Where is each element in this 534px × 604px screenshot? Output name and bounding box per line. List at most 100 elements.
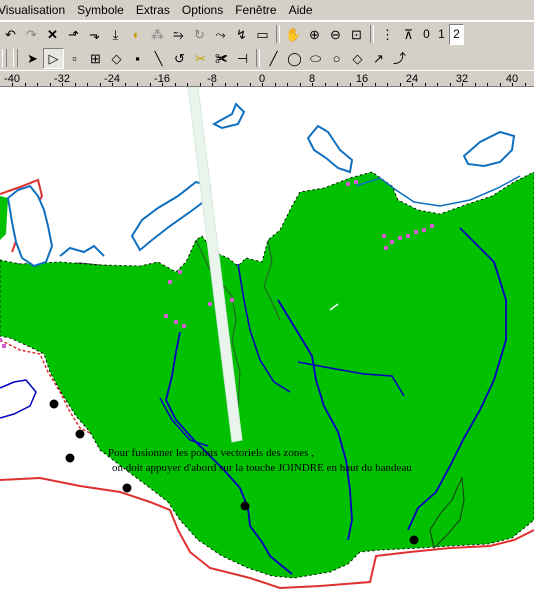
ruler-tick bbox=[162, 83, 163, 86]
freehand-icon[interactable]: ◯ bbox=[284, 48, 305, 69]
straight-line-icon[interactable]: ╱ bbox=[263, 48, 284, 69]
vector-point[interactable] bbox=[164, 314, 168, 318]
menu-visualisation[interactable]: Visualisation bbox=[0, 3, 71, 17]
measure-icon[interactable]: ↯ bbox=[231, 24, 252, 45]
vector-point[interactable] bbox=[384, 246, 388, 250]
vector-point[interactable] bbox=[0, 338, 2, 342]
menu-symbole[interactable]: Symbole bbox=[71, 3, 130, 17]
node-square-icon[interactable]: ▫ bbox=[64, 48, 85, 69]
vector-point[interactable] bbox=[430, 224, 434, 228]
ruler-tick bbox=[387, 83, 388, 86]
vertex-pointer-icon[interactable]: ▷ bbox=[43, 47, 64, 69]
hand-icon[interactable]: ✋ bbox=[283, 24, 304, 45]
vector-point[interactable] bbox=[174, 320, 178, 324]
point-marker[interactable] bbox=[240, 501, 250, 511]
group-icon[interactable]: ⁂ bbox=[147, 24, 168, 45]
ruler-tick bbox=[437, 83, 438, 86]
move-up-icon[interactable]: ⬏ bbox=[63, 24, 84, 45]
ruler-tick bbox=[349, 83, 351, 86]
curve-icon[interactable]: ↗ bbox=[368, 48, 389, 69]
ruler-tick bbox=[249, 83, 251, 86]
point-marker[interactable] bbox=[409, 535, 419, 545]
ruler-tick bbox=[112, 83, 113, 86]
point-marker[interactable] bbox=[65, 453, 75, 463]
point-marker[interactable] bbox=[49, 399, 59, 409]
delete-icon[interactable]: ✕ bbox=[42, 24, 63, 45]
arc-icon[interactable]: ↺ bbox=[169, 48, 190, 69]
node-diamond-icon[interactable]: ◇ bbox=[106, 48, 127, 69]
ellipse-icon[interactable]: ⬭ bbox=[305, 48, 326, 69]
vector-point[interactable] bbox=[182, 324, 186, 328]
rotate-icon[interactable]: ↻ bbox=[189, 24, 210, 45]
ruler-tick bbox=[274, 83, 276, 86]
ruler-tick bbox=[374, 83, 376, 86]
vector-point[interactable] bbox=[406, 234, 410, 238]
vector-point[interactable] bbox=[382, 234, 386, 238]
node-end-icon[interactable]: ▪ bbox=[127, 48, 148, 69]
vector-point[interactable] bbox=[346, 182, 350, 186]
ruler-tick bbox=[74, 83, 76, 86]
snap-icon[interactable]: ⊼ bbox=[398, 24, 419, 45]
vector-point[interactable] bbox=[414, 230, 418, 234]
select-color-icon[interactable]: ◐ bbox=[126, 24, 147, 45]
ruler-tick bbox=[62, 83, 63, 86]
zoom-fit-icon[interactable]: ⊡ bbox=[346, 24, 367, 45]
menu-options[interactable]: Options bbox=[176, 3, 229, 17]
ruler-tick bbox=[512, 83, 513, 86]
circle-icon[interactable]: ○ bbox=[326, 48, 347, 69]
drawing-toolbar: ➤ ▷ ▫ ⊞ ◇ ▪ ╲ ↺ ✂ ✀ ⊣ ╱ ◯ ⬭ ○ ◇ ↗ ⤴ bbox=[0, 46, 534, 70]
layer-1-button[interactable]: 1 bbox=[434, 24, 449, 45]
vector-point[interactable] bbox=[208, 302, 212, 306]
vector-point[interactable] bbox=[230, 298, 234, 302]
point-marker[interactable] bbox=[75, 429, 85, 439]
vector-point[interactable] bbox=[398, 236, 402, 240]
line-icon[interactable]: ╲ bbox=[148, 48, 169, 69]
menu-aide[interactable]: Aide bbox=[283, 3, 319, 17]
vector-point[interactable] bbox=[354, 180, 358, 184]
vector-point[interactable] bbox=[178, 270, 182, 274]
ruler-tick bbox=[187, 83, 188, 86]
pointer-icon[interactable]: ➤ bbox=[22, 48, 43, 69]
polyline-icon[interactable]: ⤴ bbox=[389, 48, 410, 69]
vector-point[interactable] bbox=[168, 280, 172, 284]
green-zone[interactable] bbox=[0, 171, 534, 579]
node-plus-icon[interactable]: ⊞ bbox=[85, 48, 106, 69]
scissors-icon[interactable]: ✀ bbox=[211, 48, 232, 69]
ruler-tick bbox=[312, 83, 313, 86]
toolbar-grip[interactable] bbox=[2, 49, 7, 67]
toolbar-grip[interactable] bbox=[13, 49, 18, 67]
cut-icon[interactable]: ✂ bbox=[190, 48, 211, 69]
split-icon[interactable]: ⊣ bbox=[232, 48, 253, 69]
ruler-tick bbox=[87, 83, 88, 86]
ruler-tick bbox=[99, 83, 101, 86]
zoom-in-icon[interactable]: ⊕ bbox=[304, 24, 325, 45]
grid-icon[interactable]: ⋮ bbox=[377, 24, 398, 45]
ruler-tick bbox=[212, 83, 213, 86]
ruler-tick bbox=[124, 83, 126, 86]
redo-icon[interactable]: ↷ bbox=[21, 24, 42, 45]
point-marker[interactable] bbox=[122, 483, 132, 493]
move-bottom-icon[interactable]: ⤓ bbox=[105, 24, 126, 45]
measure-box-icon[interactable]: ▭ bbox=[252, 24, 273, 45]
rectangle-icon[interactable]: ◇ bbox=[347, 48, 368, 69]
ruler-tick bbox=[324, 83, 326, 86]
ruler-tick bbox=[287, 83, 288, 86]
join-icon[interactable]: ⤳ bbox=[210, 24, 231, 45]
menu-bar: Visualisation Symbole Extras Options Fen… bbox=[0, 0, 534, 20]
menu-fenetre[interactable]: Fenêtre bbox=[229, 3, 282, 17]
zoom-out-icon[interactable]: ⊖ bbox=[325, 24, 346, 45]
undo-icon[interactable]: ↶ bbox=[0, 24, 21, 45]
vector-point[interactable] bbox=[422, 228, 426, 232]
move-down-icon[interactable]: ⬎ bbox=[84, 24, 105, 45]
ruler-tick bbox=[12, 83, 13, 86]
map-canvas[interactable] bbox=[0, 87, 534, 604]
vector-point[interactable] bbox=[390, 240, 394, 244]
ruler-tick bbox=[412, 83, 413, 86]
layer-2-button[interactable]: 2 bbox=[449, 23, 464, 45]
ruler-tick bbox=[337, 83, 338, 86]
menu-extras[interactable]: Extras bbox=[130, 3, 176, 17]
ungroup-icon[interactable]: ⥲ bbox=[168, 24, 189, 45]
vector-point[interactable] bbox=[2, 344, 6, 348]
layer-0-button[interactable]: 0 bbox=[419, 24, 434, 45]
green-zone-west bbox=[0, 196, 8, 240]
